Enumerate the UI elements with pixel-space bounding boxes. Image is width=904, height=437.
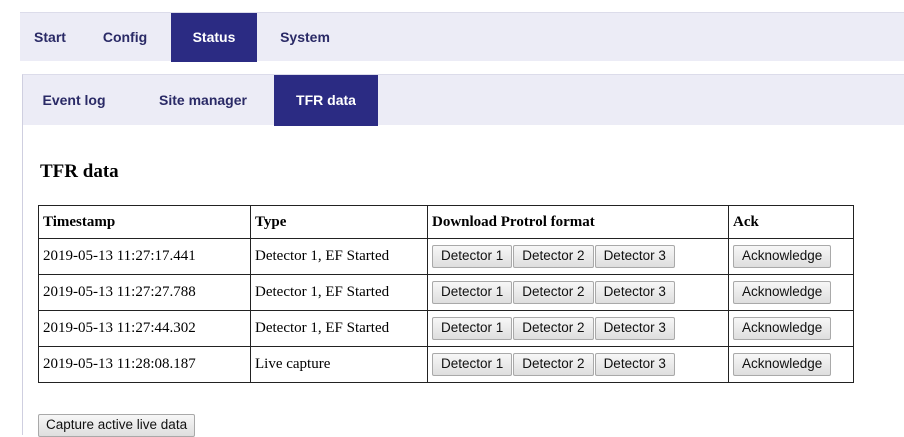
cell-ack: Acknowledge [728, 238, 854, 275]
download-detector-1-button[interactable]: Detector 1 [432, 317, 513, 340]
table-header-row: Timestamp Type Download Protrol format A… [38, 205, 854, 239]
table-row: 2019-05-13 11:27:17.441 Detector 1, EF S… [38, 238, 854, 275]
cell-download: Detector 1 Detector 2 Detector 3 [427, 346, 729, 383]
cell-timestamp: 2019-05-13 11:27:44.302 [38, 310, 251, 347]
cell-type: Detector 1, EF Started [250, 238, 428, 275]
download-detector-3-button[interactable]: Detector 3 [594, 317, 675, 340]
download-detector-2-button[interactable]: Detector 2 [513, 281, 594, 304]
acknowledge-button[interactable]: Acknowledge [733, 317, 832, 340]
header-download: Download Protrol format [427, 205, 729, 239]
tab-start[interactable]: Start [20, 13, 80, 62]
cell-type: Live capture [250, 346, 428, 383]
download-detector-2-button[interactable]: Detector 2 [513, 317, 594, 340]
cell-download: Detector 1 Detector 2 Detector 3 [427, 310, 729, 347]
cell-ack: Acknowledge [728, 274, 854, 311]
tfr-table: Timestamp Type Download Protrol format A… [38, 205, 854, 383]
download-detector-1-button[interactable]: Detector 1 [432, 353, 513, 376]
cell-type: Detector 1, EF Started [250, 274, 428, 311]
header-timestamp: Timestamp [38, 205, 251, 239]
acknowledge-button[interactable]: Acknowledge [733, 245, 832, 268]
download-detector-2-button[interactable]: Detector 2 [513, 353, 594, 376]
acknowledge-button[interactable]: Acknowledge [733, 281, 832, 304]
capture-live-data-button[interactable]: Capture active live data [38, 414, 196, 437]
top-nav: Start Config Status System [20, 12, 904, 62]
header-ack: Ack [728, 205, 854, 239]
cell-download: Detector 1 Detector 2 Detector 3 [427, 238, 729, 275]
download-detector-3-button[interactable]: Detector 3 [594, 281, 675, 304]
cell-timestamp: 2019-05-13 11:27:27.788 [38, 274, 251, 311]
download-detector-3-button[interactable]: Detector 3 [594, 245, 675, 268]
download-detector-2-button[interactable]: Detector 2 [513, 245, 594, 268]
cell-timestamp: 2019-05-13 11:28:08.187 [38, 346, 251, 383]
table-row: 2019-05-13 11:28:08.187 Live capture Det… [38, 346, 854, 383]
tab-config[interactable]: Config [90, 13, 160, 62]
cell-ack: Acknowledge [728, 346, 854, 383]
content-border [22, 125, 23, 435]
cell-ack: Acknowledge [728, 310, 854, 347]
subtab-event-log[interactable]: Event log [29, 75, 119, 126]
download-detector-3-button[interactable]: Detector 3 [594, 353, 675, 376]
subtab-tfr-data[interactable]: TFR data [274, 75, 378, 126]
table-row: 2019-05-13 11:27:44.302 Detector 1, EF S… [38, 310, 854, 347]
table-row: 2019-05-13 11:27:27.788 Detector 1, EF S… [38, 274, 854, 311]
page-title: TFR data [40, 161, 119, 182]
cell-download: Detector 1 Detector 2 Detector 3 [427, 274, 729, 311]
tab-status[interactable]: Status [171, 13, 257, 62]
download-detector-1-button[interactable]: Detector 1 [432, 245, 513, 268]
sub-nav: Event log Site manager TFR data [22, 74, 904, 126]
cell-timestamp: 2019-05-13 11:27:17.441 [38, 238, 251, 275]
cell-type: Detector 1, EF Started [250, 310, 428, 347]
tab-system[interactable]: System [265, 13, 345, 62]
subtab-site-manager[interactable]: Site manager [141, 75, 265, 126]
header-type: Type [250, 205, 428, 239]
acknowledge-button[interactable]: Acknowledge [733, 353, 832, 376]
download-detector-1-button[interactable]: Detector 1 [432, 281, 513, 304]
